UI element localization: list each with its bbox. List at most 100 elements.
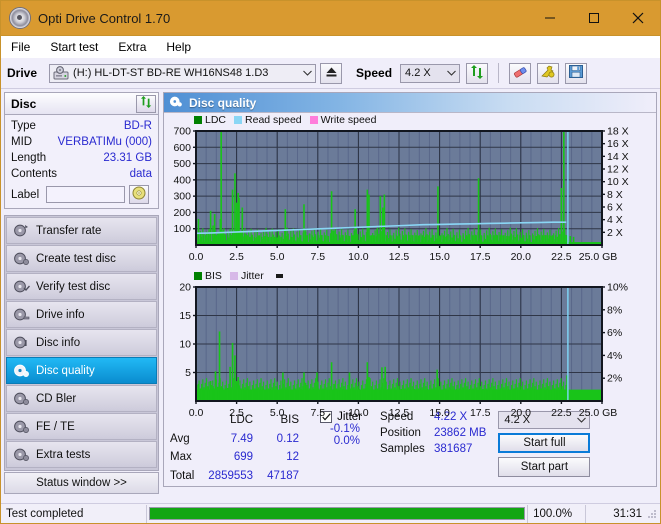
svg-text:10.0: 10.0 [348, 251, 369, 263]
legend-label-bis: BIS [205, 270, 222, 282]
svg-text:14 X: 14 X [607, 151, 629, 163]
svg-text:4%: 4% [607, 350, 622, 362]
menu-extra[interactable]: Extra [118, 40, 146, 54]
title-bar: Opti Drive Control 1.70 [1, 1, 660, 36]
sidebar-item-cd-bler[interactable]: CD Bler [6, 385, 157, 412]
chevron-down-icon[interactable] [299, 68, 315, 78]
disc-info-icon [13, 335, 30, 350]
svg-text:100: 100 [173, 223, 191, 235]
sidebar-item-disc-quality[interactable]: Disc quality [6, 357, 157, 384]
disc-key: MID [11, 136, 33, 148]
sidebar-item-label: Create test disc [36, 252, 116, 265]
svg-text:12 X: 12 X [607, 164, 629, 176]
svg-text:8 X: 8 X [607, 189, 623, 201]
drive-select[interactable]: (H:) HL-DT-ST BD-RE WH16NS48 1.D3 [49, 63, 317, 83]
drive-icon [53, 66, 69, 80]
erase-button[interactable] [509, 62, 532, 84]
sidebar-item-disc-info[interactable]: Disc info [6, 329, 157, 356]
svg-text:700: 700 [173, 127, 191, 138]
stats-cell-ldc: 2859553 [208, 470, 254, 483]
status-window-button[interactable]: Status window >> [4, 472, 159, 494]
sidebar-item-create-test-disc[interactable]: Create test disc [6, 245, 157, 272]
svg-text:5.0: 5.0 [270, 407, 285, 419]
disc-info-icon [13, 307, 30, 322]
save-button[interactable] [565, 62, 588, 84]
sidebar-item-fe-te[interactable]: FE / TE [6, 413, 157, 440]
svg-text:2.5: 2.5 [229, 251, 244, 263]
table-row: Avg 7.49 0.12 [168, 430, 306, 449]
disc-row-mid: MID VERBATIMu (000) [11, 134, 152, 150]
svg-text:17.5: 17.5 [470, 251, 491, 263]
svg-text:15.0: 15.0 [429, 251, 450, 263]
svg-text:12.5: 12.5 [389, 251, 410, 263]
sidebar-item-label: Drive info [36, 308, 85, 321]
legend-swatch-jitter [229, 272, 238, 280]
svg-text:300: 300 [173, 191, 191, 203]
sidebar-item-extra-tests[interactable]: Extra tests [6, 441, 157, 468]
svg-text:2%: 2% [607, 373, 622, 385]
resize-grip-icon[interactable] [647, 509, 657, 519]
svg-text:400: 400 [173, 174, 191, 186]
svg-text:18 X: 18 X [607, 127, 629, 138]
disc-quality-icon [169, 95, 183, 111]
elapsed-time: 31:31 [613, 507, 642, 520]
minimize-icon[interactable] [528, 1, 572, 35]
svg-text:8%: 8% [607, 304, 622, 316]
start-part-button[interactable]: Start part [498, 457, 591, 477]
sidebar-item-verify-test-disc[interactable]: Verify test disc [6, 273, 157, 300]
disc-refresh-button[interactable] [136, 94, 156, 113]
readout-row-position: Position 23862 MB [380, 427, 486, 443]
status-message: Test completed [1, 504, 148, 523]
legend-swatch-ldc [194, 116, 202, 124]
disc-icon [9, 7, 31, 29]
svg-text:12.5: 12.5 [389, 407, 410, 419]
disc-label-row: Label [11, 185, 152, 204]
svg-text:16 X: 16 X [607, 138, 629, 150]
disc-info-panel: Type BD-R MID VERBATIMu (000) Length 23.… [4, 114, 159, 209]
sidebar-item-transfer-rate[interactable]: Transfer rate [6, 217, 157, 244]
start-full-button[interactable]: Start full [498, 433, 591, 453]
svg-text:10.0: 10.0 [348, 407, 369, 419]
menu-help[interactable]: Help [166, 40, 191, 54]
disc-verify-icon [13, 279, 31, 294]
svg-text:10: 10 [179, 339, 191, 351]
disc-label-button[interactable] [129, 185, 150, 204]
toolbar-separator [498, 63, 500, 83]
sidebar-item-label: Disc quality [36, 364, 95, 377]
menu-file[interactable]: File [11, 40, 30, 54]
close-icon[interactable] [616, 1, 660, 35]
sidebar-item-label: Disc info [36, 336, 81, 349]
stats-row-key: Total [170, 470, 195, 483]
maximize-icon[interactable] [572, 1, 616, 35]
refresh-icon [470, 64, 485, 82]
svg-text:5: 5 [185, 367, 191, 379]
readout-value: 381687 [433, 443, 473, 455]
svg-text:17.5: 17.5 [470, 407, 491, 419]
eject-button[interactable] [320, 62, 343, 84]
refresh-button[interactable] [466, 62, 489, 84]
menu-start-test[interactable]: Start test [50, 40, 98, 54]
stats-row-key: Avg [170, 432, 190, 445]
drive-value: (H:) HL-DT-ST BD-RE WH16NS48 1.D3 [73, 67, 269, 79]
body: Disc Type BD-R MID VERBATIMu (000) Lengt… [1, 89, 660, 494]
disc-panel-title: Disc [11, 96, 37, 111]
menu-bar: File Start test Extra Help [1, 36, 660, 58]
charts-area: LDC Read speed Write speed 100 200 300 400 5… [164, 113, 656, 419]
chart-ldc-readspeed[interactable]: 100 200 300 400 500 600 700 2 X4 X6 X8 X 10 X 12 … [164, 127, 661, 273]
svg-text:4 X: 4 X [607, 214, 623, 226]
svg-text:600: 600 [173, 142, 191, 154]
table-row: Max 699 12 [168, 449, 306, 468]
chevron-down-icon[interactable] [443, 68, 459, 78]
chart1-legend: LDC Read speed Write speed [194, 114, 385, 126]
legend-label-ldc: LDC [205, 114, 227, 126]
eject-icon [325, 66, 338, 81]
speed-label: Speed [356, 66, 393, 80]
svg-text:20.0: 20.0 [511, 251, 532, 263]
sidebar-item-label: Transfer rate [36, 224, 102, 237]
speed-select[interactable]: 4.2 X [400, 63, 461, 83]
disc-label-input[interactable] [46, 186, 126, 203]
chart-bis-jitter[interactable]: 5 10 15 20 2% 4% 6% 8% 10% 0.0 2.5 5.0 7.5 10.0 12.5 15… [164, 283, 661, 429]
disc-key: Contents [11, 168, 58, 180]
sidebar-item-drive-info[interactable]: Drive info [6, 301, 157, 328]
tools-button[interactable] [537, 62, 560, 84]
